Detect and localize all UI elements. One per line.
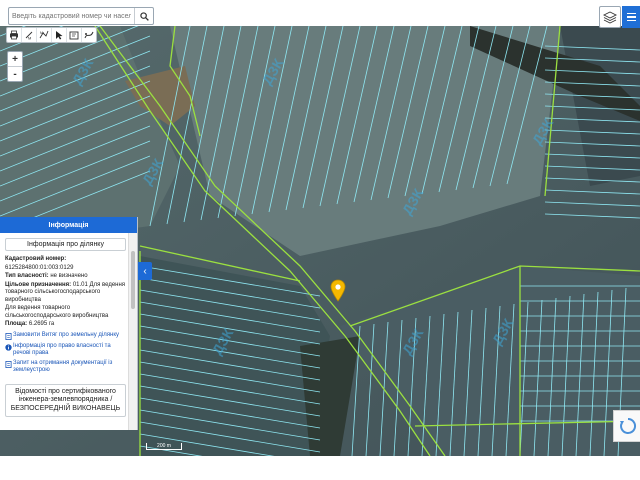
document-icon bbox=[5, 332, 12, 340]
info-icon bbox=[5, 343, 12, 351]
panel-header: Інформація bbox=[0, 217, 137, 233]
search-icon bbox=[139, 11, 149, 21]
select-button[interactable] bbox=[52, 28, 67, 42]
svg-text:M: M bbox=[28, 36, 31, 41]
panel-title: Інформація про ділянку bbox=[5, 238, 126, 251]
cadastral-row: Кадастровий номер: bbox=[5, 256, 67, 262]
search-box[interactable] bbox=[8, 7, 154, 25]
scale-bar: 200 m bbox=[146, 443, 182, 450]
purpose-value-2: Для ведення товарного сільськогосподарсь… bbox=[5, 305, 109, 319]
measure-line-button[interactable]: M bbox=[22, 28, 37, 42]
scrollbar-thumb[interactable] bbox=[131, 251, 135, 309]
chevron-left-icon: ‹ bbox=[143, 265, 147, 277]
document-icon bbox=[5, 361, 12, 369]
certified-engineer-card[interactable]: Відомості про сертифікованого інженера-з… bbox=[5, 383, 126, 418]
purpose-row: Цільове призначення: 01.01 Для ведення т… bbox=[5, 281, 126, 303]
ownership-row: Тип власності: не визначено bbox=[5, 273, 88, 279]
panel-scrollbar[interactable] bbox=[128, 233, 137, 430]
export-icon bbox=[69, 31, 79, 40]
measure-area-button[interactable]: M² bbox=[37, 28, 52, 42]
area-row: Площа: 6.2695 га bbox=[5, 321, 55, 327]
location-pin-icon[interactable] bbox=[330, 279, 346, 305]
print-button[interactable] bbox=[7, 28, 22, 42]
panel-body: Інформація про ділянку Кадастровий номер… bbox=[0, 233, 128, 430]
zoom-control: + - bbox=[7, 51, 23, 82]
cadastral-number: 6125284800:01:003:0129 bbox=[5, 264, 74, 271]
pointer-icon bbox=[56, 31, 63, 40]
layers-icon bbox=[603, 11, 617, 24]
bottom-bar bbox=[0, 456, 640, 480]
menu-button[interactable] bbox=[622, 6, 640, 28]
ruler-icon: M bbox=[25, 31, 33, 41]
search-button[interactable] bbox=[134, 8, 153, 24]
draw-button[interactable] bbox=[82, 28, 96, 42]
info-panel: Інформація Інформація про ділянку Кадаст… bbox=[0, 217, 138, 430]
menu-icon bbox=[626, 12, 636, 15]
ownership-info-link[interactable]: Інформація про право власності та речові… bbox=[5, 343, 128, 358]
layers-button[interactable] bbox=[599, 6, 621, 28]
recaptcha-icon bbox=[619, 417, 636, 434]
search-input[interactable] bbox=[9, 9, 135, 23]
collapse-panel-button[interactable]: ‹ bbox=[138, 262, 152, 280]
order-extract-link[interactable]: Замовити Витяг про земельну ділянку bbox=[5, 332, 128, 340]
print-icon bbox=[10, 30, 18, 40]
recaptcha-badge bbox=[613, 410, 640, 442]
measure-area-icon: M² bbox=[39, 30, 49, 39]
export-button[interactable] bbox=[67, 28, 82, 42]
zoom-in-button[interactable]: + bbox=[8, 52, 22, 67]
map-toolbar: M M² bbox=[6, 27, 97, 43]
documentation-request-link[interactable]: Запит на отримання документації із земле… bbox=[5, 360, 128, 375]
draw-icon bbox=[84, 31, 94, 39]
zoom-out-button[interactable]: - bbox=[8, 67, 22, 81]
